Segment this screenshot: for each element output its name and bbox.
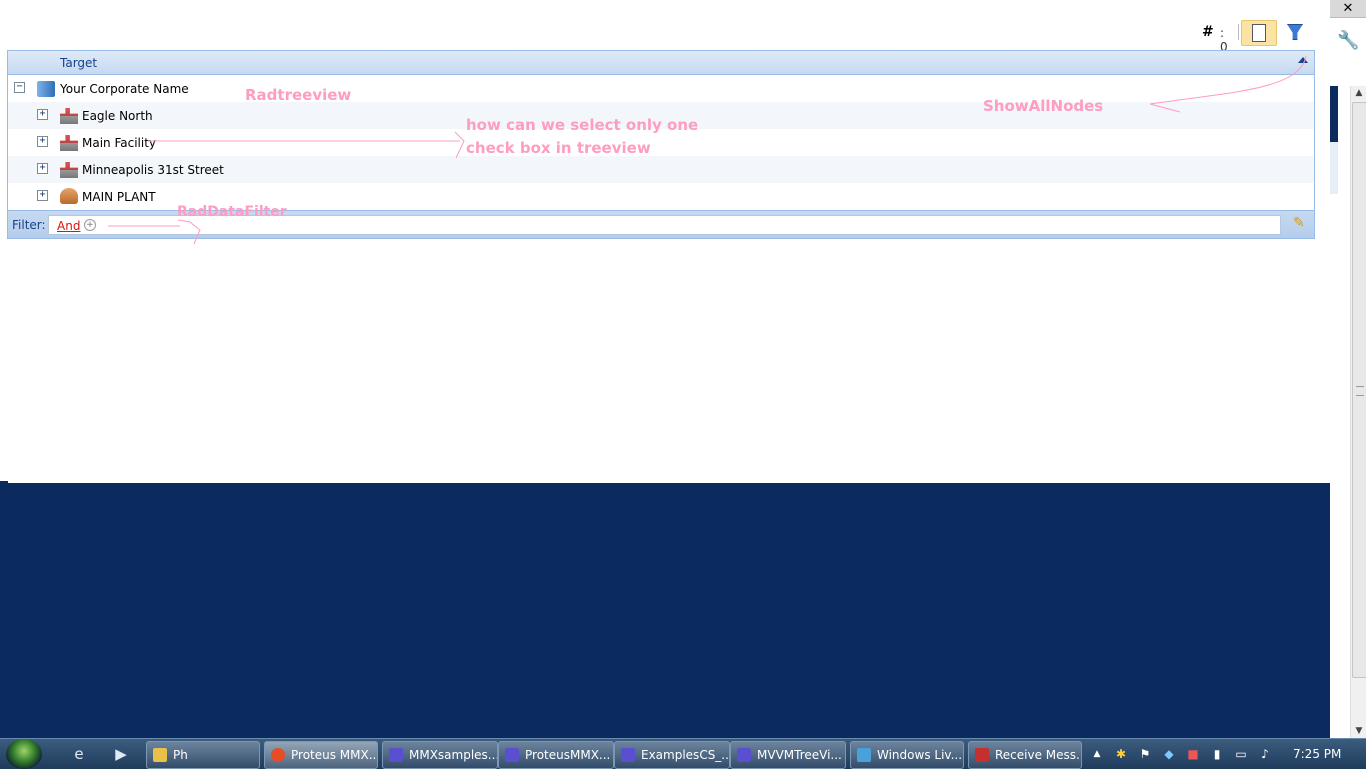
filter-label: Filter:	[12, 218, 46, 232]
tray-volume-muted-icon[interactable]: ♪	[1258, 747, 1272, 761]
show-all-nodes-button[interactable]	[1284, 22, 1306, 42]
tree-node-label[interactable]: Minneapolis 31st Street	[82, 163, 224, 177]
scroll-up-arrow-icon[interactable]: ▲	[1351, 86, 1366, 100]
internet-explorer-icon[interactable]: e	[70, 745, 88, 763]
visual-studio-icon	[505, 748, 519, 762]
tree-node[interactable]: + Minneapolis 31st Street	[8, 156, 1314, 183]
folder-icon	[153, 748, 167, 762]
tray-network-icon[interactable]: ▭	[1234, 747, 1248, 761]
scroll-down-arrow-icon[interactable]: ▼	[1351, 724, 1366, 738]
taskbar-button[interactable]: ExamplesCS_...	[614, 741, 730, 769]
tree-node-label[interactable]: Your Corporate Name	[60, 82, 189, 96]
taskbar-button[interactable]: MMXsamples...	[382, 741, 498, 769]
tray-device-icon[interactable]: ▮	[1210, 747, 1224, 761]
tree-node-label[interactable]: Main Facility	[82, 136, 156, 150]
vertical-scrollbar[interactable]: ▲ ▼	[1350, 86, 1366, 738]
facility-icon	[60, 108, 78, 124]
taskbar-button[interactable]: Receive Mess...	[968, 741, 1082, 769]
taskbar-button[interactable]: MVVMTreeVi...	[730, 741, 846, 769]
person-icon	[60, 188, 78, 204]
visual-studio-icon	[737, 748, 751, 762]
scroll-grip-icon	[1356, 386, 1364, 396]
add-filter-icon[interactable]: +	[84, 219, 96, 231]
toolbar-separator	[1238, 24, 1239, 40]
visual-studio-icon	[621, 748, 635, 762]
facility-icon	[60, 135, 78, 151]
scroll-thumb[interactable]	[1352, 102, 1366, 678]
expand-node-icon[interactable]: +	[37, 136, 48, 147]
side-band	[1330, 86, 1338, 142]
tree-panel-header[interactable]: Target	[8, 51, 1314, 75]
check-mode-toggle-button[interactable]	[1241, 20, 1277, 46]
annotation-show-all-nodes: ShowAllNodes	[983, 97, 1104, 115]
collapse-panel-icon[interactable]	[1298, 57, 1308, 63]
tray-dropbox-icon[interactable]: ◆	[1162, 747, 1176, 761]
tray-app-icon[interactable]: ■	[1186, 747, 1200, 761]
annotation-rad-data-filter: RadDataFilter	[177, 204, 287, 220]
taskbar-button-active[interactable]: Proteus MMX...	[264, 741, 378, 769]
tray-expand-icon[interactable]: ▲	[1090, 747, 1104, 761]
windows-live-icon	[857, 748, 871, 762]
taskbar: e ▶ Ph Proteus MMX... MMXsamples... Prot…	[0, 738, 1366, 769]
tree-node-label[interactable]: MAIN PLANT	[82, 190, 156, 204]
checkbox-mode-icon	[1252, 24, 1266, 42]
checked-count-icon: #	[1202, 24, 1214, 40]
clear-filter-broom-icon[interactable]: ✎	[1293, 215, 1309, 231]
tray-star-icon[interactable]: ✱	[1114, 747, 1128, 761]
taskbar-button[interactable]: Ph	[146, 741, 260, 769]
visual-studio-icon	[389, 748, 403, 762]
media-player-icon[interactable]: ▶	[112, 745, 130, 763]
wrench-icon[interactable]: 🔧	[1337, 30, 1359, 52]
close-button[interactable]: ✕	[1330, 0, 1366, 18]
taskbar-clock[interactable]: 7:25 PM	[1293, 739, 1341, 769]
side-band	[1330, 142, 1338, 194]
taskbar-button[interactable]: Windows Liv...	[850, 741, 964, 769]
filter-operator-link[interactable]: And	[57, 219, 80, 233]
content-area	[0, 254, 1338, 483]
tree-node-label[interactable]: Eagle North	[82, 109, 153, 123]
annotation-radtreeview: Radtreeview	[245, 86, 352, 104]
chrome-icon	[271, 748, 285, 762]
taskbar-button[interactable]: ProteusMMX...	[498, 741, 614, 769]
tree-node-root[interactable]: − Your Corporate Name	[8, 75, 1314, 102]
expand-node-icon[interactable]: +	[37, 163, 48, 174]
expand-node-icon[interactable]: +	[37, 190, 48, 201]
corporate-icon	[37, 81, 55, 97]
tree-panel-title: Target	[60, 56, 98, 70]
tray-flag-icon[interactable]: ⚑	[1138, 747, 1152, 761]
message-app-icon	[975, 748, 989, 762]
annotation-question-line1: how can we select only one	[466, 116, 699, 134]
start-button[interactable]	[6, 739, 42, 769]
annotation-question-line2: check box in treeview	[466, 139, 651, 157]
facility-icon	[60, 162, 78, 178]
collapse-node-icon[interactable]: −	[14, 82, 25, 93]
filter-funnel-icon	[1287, 24, 1303, 40]
expand-node-icon[interactable]: +	[37, 109, 48, 120]
